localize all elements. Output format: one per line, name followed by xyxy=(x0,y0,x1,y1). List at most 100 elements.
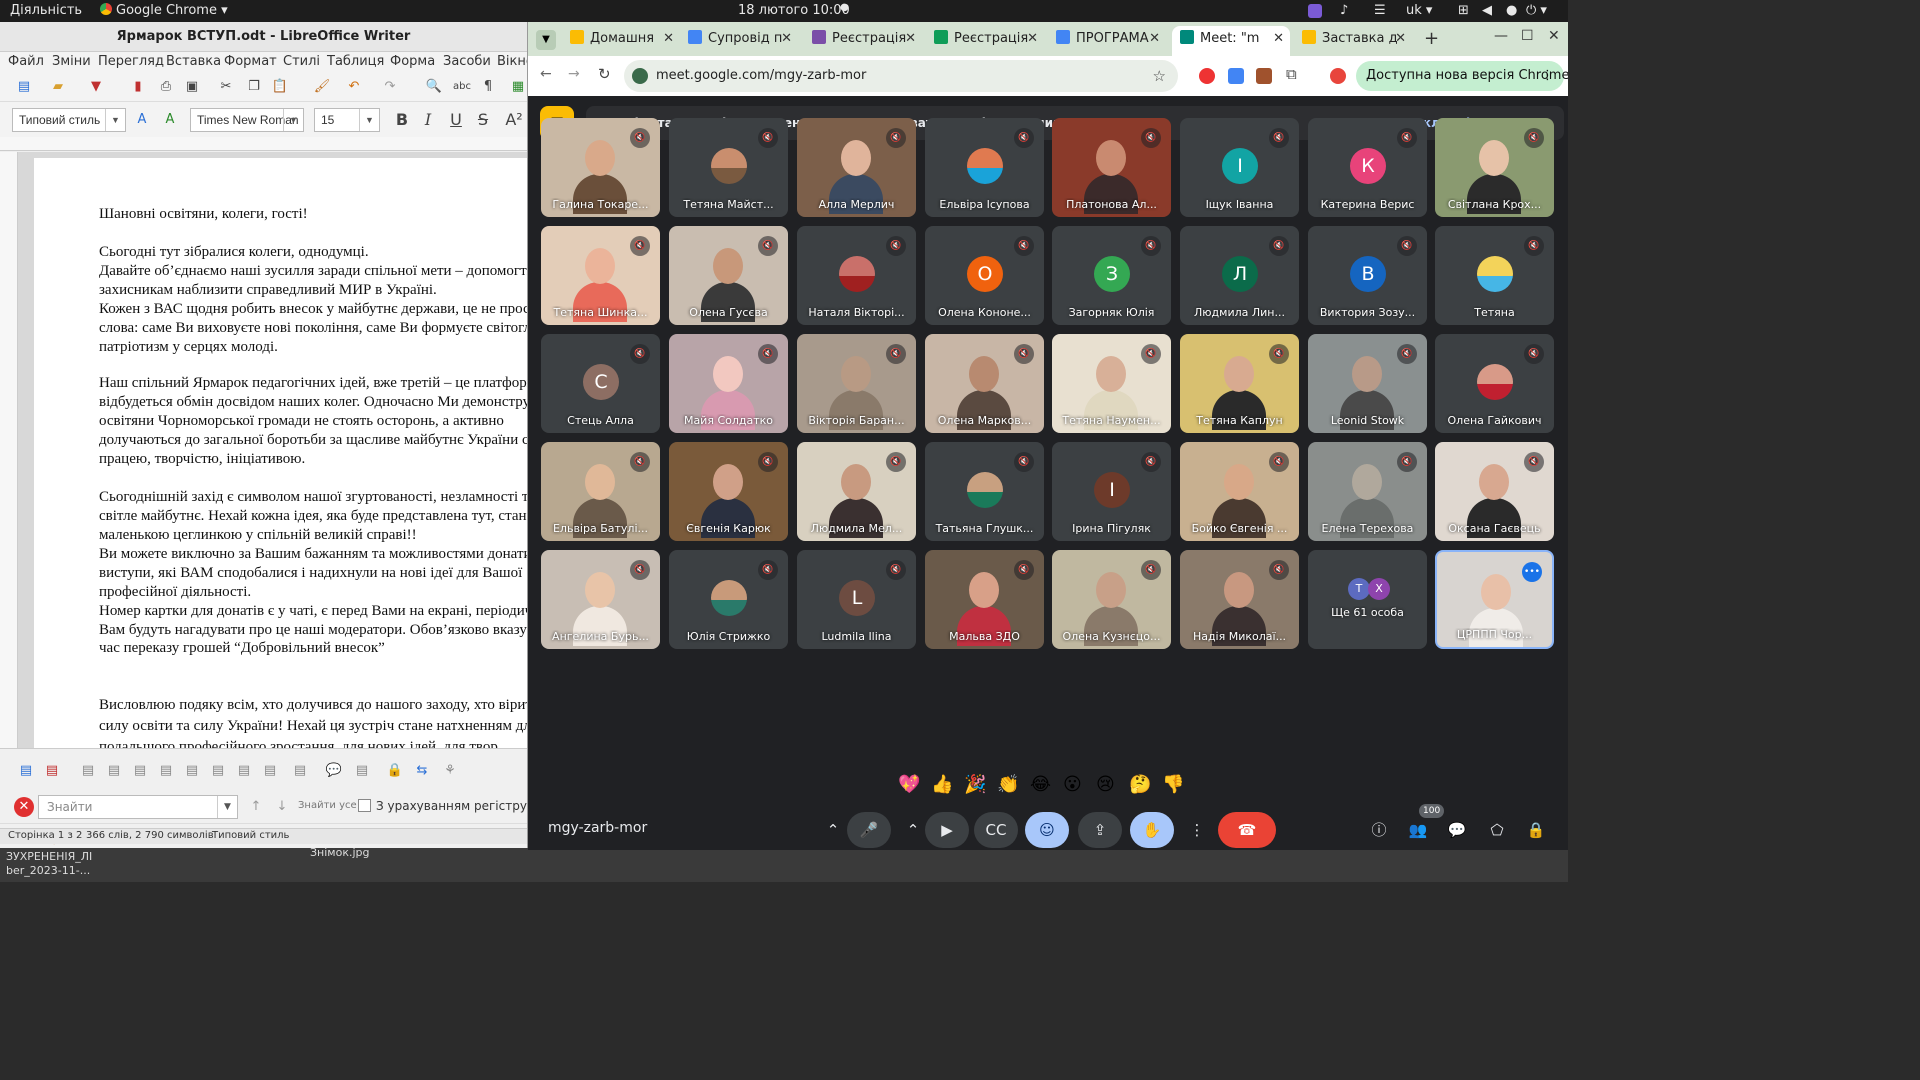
new-style-icon[interactable]: A xyxy=(160,110,180,130)
find-input[interactable]: Знайти ▼ xyxy=(38,795,238,819)
participant-tile[interactable]: 🔇 Тетяна Наумен... xyxy=(1052,334,1171,433)
sign-icon[interactable]: ⚘ xyxy=(440,761,460,781)
desktop-file-1[interactable]: ЗУХРЕНЕНІЯ_ЛІ xyxy=(6,850,92,863)
translate-extension-icon[interactable] xyxy=(1228,68,1244,84)
insert-table-icon[interactable]: ▦ xyxy=(508,77,527,97)
language-indicator[interactable]: uk ▾ xyxy=(1406,3,1432,18)
extensions-puzzle-icon[interactable]: ⧉ xyxy=(1286,65,1297,83)
tab-7[interactable]: Заставка д ✕ xyxy=(1294,26,1412,56)
find-next-icon[interactable]: ↓ xyxy=(272,797,292,817)
network-icon[interactable]: ⊞ xyxy=(1458,3,1469,18)
new-tab-icon[interactable]: + xyxy=(1424,28,1439,49)
video-options-icon[interactable]: ⌃ xyxy=(898,812,928,848)
print-icon[interactable]: ⎙ xyxy=(156,77,176,97)
italic-icon[interactable]: I xyxy=(418,110,438,130)
tab-close-icon[interactable]: ✕ xyxy=(905,26,916,52)
participant-tile[interactable]: 🔇 Тетяна xyxy=(1435,226,1554,325)
comment-icon[interactable]: 💬 xyxy=(324,761,344,781)
participant-tile[interactable]: І 🔇 Іщук Іванна xyxy=(1180,118,1299,217)
word-count[interactable]: 366 слів, 2 790 символів xyxy=(86,830,214,841)
chevron-down-icon[interactable]: ▼ xyxy=(217,796,237,818)
participant-tile[interactable]: 🔇 Татьяна Глушк... xyxy=(925,442,1044,541)
participant-tile[interactable]: 🔇 Мальва ЗДО xyxy=(925,550,1044,649)
menu-form[interactable]: Форма xyxy=(390,54,435,69)
participant-tile[interactable]: 🔇 Євгенія Карюк xyxy=(669,442,788,541)
participant-tile[interactable]: Л 🔇 Людмила Лин... xyxy=(1180,226,1299,325)
formatting-marks-icon[interactable]: ¶ xyxy=(478,77,498,97)
maximize-icon[interactable]: ☐ xyxy=(1521,28,1534,44)
chrome-update-button[interactable]: Доступна нова версія Chrome ⋮ xyxy=(1356,61,1568,91)
adblock-icon[interactable] xyxy=(1199,68,1215,84)
reject-change-icon[interactable]: ▤ xyxy=(104,761,124,781)
horizontal-ruler[interactable] xyxy=(0,137,527,151)
chat-icon[interactable]: 💬 xyxy=(1442,812,1472,848)
tab-2[interactable]: Супровід п ✕ xyxy=(680,26,798,56)
tab-1[interactable]: Домашня ✕ xyxy=(562,26,680,56)
omnibox[interactable]: meet.google.com/mgy-zarb-mor ☆ xyxy=(624,60,1178,92)
desktop-file-2[interactable]: Знімок.jpg xyxy=(310,846,370,859)
menu-file[interactable]: Файл xyxy=(8,54,44,69)
activities-icon[interactable]: ⬠ xyxy=(1482,812,1512,848)
save-icon[interactable]: ▼ xyxy=(86,77,106,97)
font-size-box[interactable]: 15 ▼ xyxy=(314,108,380,132)
participant-tile[interactable]: 🔇 Майя Солдатко xyxy=(669,334,788,433)
find-all-button[interactable]: Знайти усе xyxy=(298,800,357,811)
match-case-checkbox[interactable] xyxy=(358,799,371,812)
reaction-emoji[interactable]: 😂 xyxy=(1030,774,1051,795)
chevron-down-icon[interactable]: ▼ xyxy=(105,109,125,131)
self-tile[interactable]: ••• ЦРППП Чор... xyxy=(1435,550,1554,649)
extension-icon[interactable] xyxy=(1308,4,1322,18)
meeting-code[interactable]: mgy-zarb-mor xyxy=(548,820,647,836)
leave-call-button[interactable]: ☎ xyxy=(1218,812,1276,848)
activities-button[interactable]: Діяльність xyxy=(10,3,82,18)
compare-icon[interactable]: ▤ xyxy=(260,761,280,781)
update-style-icon[interactable]: A xyxy=(132,110,152,130)
accept-all-icon[interactable]: ▤ xyxy=(182,761,202,781)
participant-tile[interactable]: 🔇 Ельвіра Батулі... xyxy=(541,442,660,541)
more-options-icon[interactable]: ⋮ xyxy=(1182,812,1212,848)
print-preview-icon[interactable]: ▣ xyxy=(182,77,202,97)
participant-tile[interactable]: 🔇 Бойко Євгенія ... xyxy=(1180,442,1299,541)
minimize-icon[interactable]: — xyxy=(1494,28,1508,44)
tab-6[interactable]: Meet: "m ✕ xyxy=(1172,26,1290,56)
spellcheck-icon[interactable]: abc xyxy=(452,77,472,97)
page-style[interactable]: Типовий стиль xyxy=(212,830,289,841)
tab-search-icon[interactable]: ▼ xyxy=(536,30,556,50)
more-menu-icon[interactable]: ⋮ xyxy=(1541,61,1554,91)
site-info-icon[interactable] xyxy=(632,68,648,84)
participant-tile[interactable]: 🔇 Наталя Вікторі... xyxy=(797,226,916,325)
volume-icon[interactable]: ◀ xyxy=(1482,3,1492,18)
redo-icon[interactable]: ↷ xyxy=(380,77,400,97)
find-replace-icon[interactable]: 🔍 xyxy=(424,77,444,97)
reaction-emoji[interactable]: 👍 xyxy=(931,774,953,795)
protect-icon[interactable]: 🔒 xyxy=(385,761,405,781)
chevron-down-icon[interactable]: ▼ xyxy=(283,109,303,131)
power-icon[interactable]: ⏻ ▾ xyxy=(1526,3,1547,18)
forward-icon[interactable]: → xyxy=(568,66,580,82)
paste-icon[interactable]: 📋 xyxy=(270,77,290,97)
comment-list-icon[interactable]: ▤ xyxy=(352,761,372,781)
reaction-emoji[interactable]: 🤔 xyxy=(1129,774,1151,795)
participant-tile[interactable]: 🔇 Світлана Крох... xyxy=(1435,118,1554,217)
participant-tile[interactable]: 🔇 Ангелина Бурь... xyxy=(541,550,660,649)
profile-avatar[interactable] xyxy=(1330,68,1346,84)
reaction-emoji[interactable]: 💖 xyxy=(898,774,920,795)
back-icon[interactable]: ← xyxy=(540,66,552,82)
participant-tile[interactable]: 🔇 Людмила Мел... xyxy=(797,442,916,541)
tab-close-icon[interactable]: ✕ xyxy=(663,26,674,52)
reaction-emoji[interactable]: 😢 xyxy=(1096,774,1115,795)
participant-tile[interactable]: L 🔇 Ludmila Ilina xyxy=(797,550,916,649)
menu-view[interactable]: Перегляд xyxy=(98,54,164,69)
undo-icon[interactable]: ↶ xyxy=(344,77,364,97)
tab-close-icon[interactable]: ✕ xyxy=(1273,26,1284,52)
camera-button[interactable]: ▶ xyxy=(925,812,969,848)
export-pdf-icon[interactable]: ▮ xyxy=(128,77,148,97)
participant-tile[interactable]: К 🔇 Катерина Верис xyxy=(1308,118,1427,217)
strikethrough-icon[interactable]: S xyxy=(473,110,493,130)
menu-tools[interactable]: Засоби xyxy=(443,54,491,69)
compare-documents-icon[interactable]: ⇆ xyxy=(412,761,432,781)
manage-changes-icon[interactable]: ▤ xyxy=(234,761,254,781)
find-previous-icon[interactable]: ↑ xyxy=(246,797,266,817)
more-participants-tile[interactable]: Т Х Ще 61 особа xyxy=(1308,550,1427,649)
participant-tile[interactable]: 🔇 Олена Гусєва xyxy=(669,226,788,325)
